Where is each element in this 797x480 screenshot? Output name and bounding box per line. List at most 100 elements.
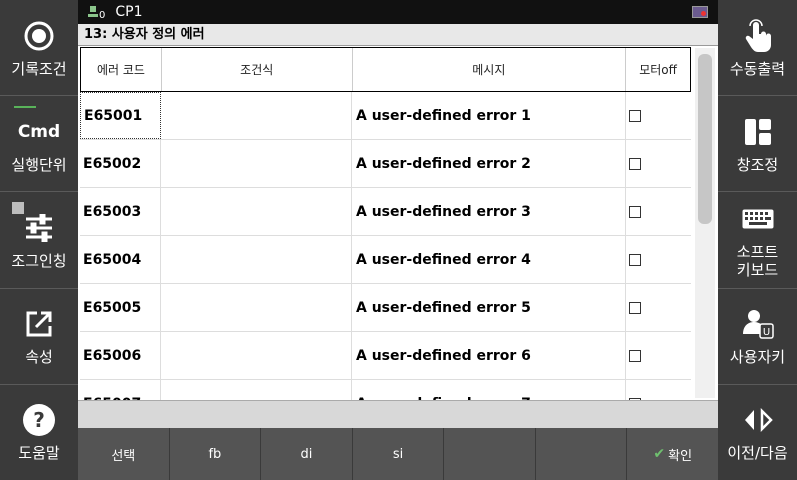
select-button[interactable]: 선택	[78, 428, 170, 480]
motor-off-checkbox[interactable]	[629, 253, 641, 266]
table-row[interactable]: E65006 A user-defined error 6	[80, 332, 691, 380]
condition-cell[interactable]	[161, 380, 352, 400]
record-icon	[23, 18, 55, 54]
table-header: 에러 코드 조건식 메시지 모터off	[80, 47, 691, 92]
cmd-indicator	[14, 106, 36, 109]
header-message: 메시지	[353, 48, 627, 91]
message-cell[interactable]: A user-defined error 4	[352, 236, 626, 283]
error-code-cell[interactable]: E65001	[80, 92, 161, 139]
error-code-cell[interactable]: E65006	[80, 332, 161, 379]
properties-label: 속성	[25, 348, 53, 367]
confirm-button[interactable]: ✔ 확인	[627, 428, 718, 480]
table-row[interactable]: E65004 A user-defined error 4	[80, 236, 691, 284]
message-cell[interactable]: A user-defined error 5	[352, 284, 626, 331]
cmd-text: Cmd	[17, 121, 61, 142]
record-condition-button[interactable]: 기록조건	[0, 0, 78, 97]
manual-output-button[interactable]: 수동출력	[718, 0, 797, 97]
motor-off-cell	[626, 332, 690, 379]
sliders-icon	[24, 210, 54, 246]
properties-button[interactable]: 속성	[0, 289, 78, 385]
error-code-cell[interactable]: E65002	[80, 140, 161, 187]
scrollbar-thumb[interactable]	[698, 54, 712, 224]
message-cell[interactable]: A user-defined error 2	[352, 140, 626, 187]
motor-off-checkbox[interactable]	[629, 205, 641, 218]
jog-inching-button[interactable]: 조그인칭	[0, 192, 78, 289]
jog-indicator	[12, 202, 24, 215]
error-code-cell[interactable]: E65004	[80, 236, 161, 283]
fb-button[interactable]: fb	[170, 428, 262, 480]
motor-off-cell	[626, 380, 690, 400]
error-code-cell[interactable]: E65007	[80, 380, 161, 400]
right-panel: 수동출력 창조정 소프트 키보드 U 사용자키 이전/다음	[718, 0, 797, 480]
user-key-button[interactable]: U 사용자키	[718, 289, 797, 385]
motor-off-checkbox[interactable]	[629, 157, 641, 170]
table-body: E65001 A user-defined error 1 E65002 A u…	[80, 92, 691, 400]
external-link-icon	[24, 306, 54, 342]
help-label: 도움말	[18, 444, 60, 463]
si-button[interactable]: si	[353, 428, 445, 480]
hand-pointer-icon	[744, 18, 772, 54]
window-adjust-label: 창조정	[736, 155, 779, 174]
robot-icon	[88, 6, 98, 18]
condition-cell[interactable]	[161, 236, 352, 283]
app-window: 기록조건 Cmd 실행단위 조그인칭 속성 ? 도움말 0 CP1 13: 사용…	[0, 0, 797, 480]
error-code-cell[interactable]: E65005	[80, 284, 161, 331]
message-cell[interactable]: A user-defined error 3	[352, 188, 626, 235]
header-condition: 조건식	[162, 48, 353, 91]
error-code-cell[interactable]: E65003	[80, 188, 161, 235]
function-button-6[interactable]	[536, 428, 628, 480]
motor-off-checkbox[interactable]	[629, 109, 641, 122]
user-key-icon: U	[742, 306, 774, 342]
keyboard-icon	[742, 201, 774, 237]
message-cell[interactable]: A user-defined error 1	[352, 92, 626, 139]
left-panel: 기록조건 Cmd 실행단위 조그인칭 속성 ? 도움말	[0, 0, 78, 480]
function-bar: 선택 fb di si ✔ 확인	[78, 428, 718, 480]
prev-next-icon	[743, 402, 773, 438]
condition-cell[interactable]	[161, 332, 352, 379]
message-cell[interactable]: A user-defined error 7	[352, 380, 626, 400]
motor-off-checkbox[interactable]	[629, 301, 641, 314]
motor-off-cell	[626, 140, 690, 187]
function-button-5[interactable]	[444, 428, 536, 480]
condition-cell[interactable]	[161, 284, 352, 331]
message-cell[interactable]: A user-defined error 6	[352, 332, 626, 379]
status-flag-icon	[692, 6, 708, 18]
cmd-icon: Cmd	[18, 114, 60, 150]
header-motor-off: 모터off	[639, 63, 677, 77]
soft-keyboard-button[interactable]: 소프트 키보드	[718, 192, 797, 289]
condition-cell[interactable]	[161, 188, 352, 235]
vertical-scrollbar[interactable]	[695, 48, 715, 398]
message-bar	[78, 400, 718, 428]
help-icon: ?	[22, 402, 56, 438]
jog-inching-label: 조그인칭	[11, 252, 67, 270]
page-title: 13: 사용자 정의 에러	[78, 24, 718, 46]
confirm-label: 확인	[668, 448, 693, 464]
exec-unit-label: 실행단위	[11, 155, 67, 174]
soft-keyboard-label: 소프트 키보드	[736, 243, 779, 279]
table-row[interactable]: E65002 A user-defined error 2	[80, 140, 691, 188]
window-adjust-button[interactable]: 창조정	[718, 96, 797, 193]
motor-off-checkbox[interactable]	[629, 349, 641, 362]
error-table: 에러 코드 조건식 메시지 모터off E65001 A user-define…	[78, 46, 718, 400]
checkmark-icon: ✔	[653, 446, 666, 462]
manual-output-label: 수동출력	[729, 59, 786, 78]
status-bar: 0 CP1	[78, 0, 718, 24]
svg-text:U: U	[762, 327, 769, 338]
table-row[interactable]: E65001 A user-defined error 1	[80, 92, 691, 140]
di-button[interactable]: di	[261, 428, 353, 480]
svg-text:?: ?	[33, 408, 45, 432]
header-error-code: 에러 코드	[81, 48, 162, 91]
record-condition-label: 기록조건	[11, 59, 67, 78]
status-channel: CP1	[115, 4, 143, 20]
condition-cell[interactable]	[161, 140, 352, 187]
status-zero: 0	[99, 9, 106, 21]
help-button[interactable]: ? 도움말	[0, 385, 78, 480]
condition-cell[interactable]	[161, 92, 352, 139]
table-row[interactable]: E65005 A user-defined error 5	[80, 284, 691, 332]
table-row[interactable]: E65007 A user-defined error 7	[80, 380, 691, 400]
prev-next-button[interactable]: 이전/다음	[718, 385, 797, 480]
table-row[interactable]: E65003 A user-defined error 3	[80, 188, 691, 236]
exec-unit-button[interactable]: Cmd 실행단위	[0, 96, 78, 193]
prev-next-label: 이전/다음	[727, 444, 788, 463]
motor-off-cell	[626, 284, 690, 331]
